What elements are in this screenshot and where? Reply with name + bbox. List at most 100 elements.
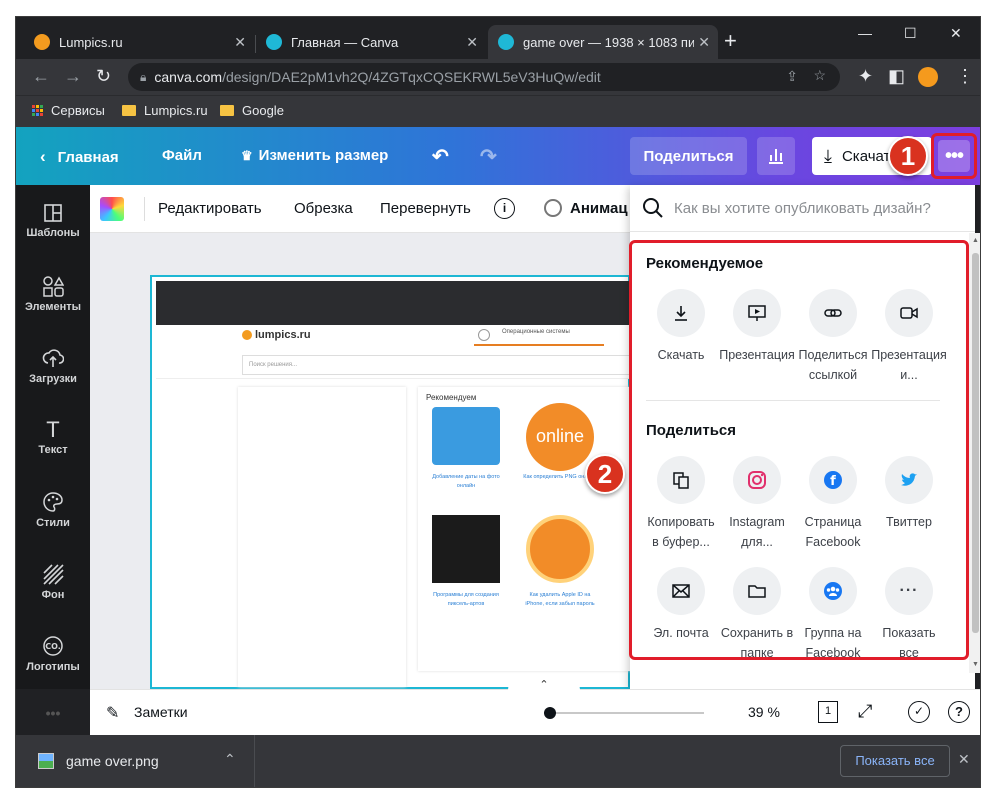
folder-icon [733,567,781,615]
back-icon[interactable]: ← [32,66,50,87]
check-icon[interactable]: ✓ [908,701,930,723]
option-facebook-group[interactable]: Группа на Facebook [795,567,871,657]
sidebar-item-uploads[interactable]: Загрузки [16,347,90,385]
design-page[interactable]: lumpics.ru Операционные системы Поиск ре… [150,275,642,689]
sidebar-item-label: Фон [41,589,65,601]
mail-icon [657,567,705,615]
forward-icon[interactable]: → [64,66,82,87]
sidebar-item-label: Шаблоны [26,227,80,239]
option-download[interactable]: Скачать [643,289,719,365]
sidebar-item-label: Элементы [24,301,82,313]
option-twitter[interactable]: Твиттер [871,456,947,532]
close-icon[interactable]: ✕ [466,34,478,51]
option-save-folder[interactable]: Сохранить в папке [719,567,795,657]
preview-search-box: Поиск решения... [242,355,642,375]
new-tab-button[interactable]: + [724,30,737,52]
animate-button[interactable]: Анимац [570,200,628,217]
option-label: Поделиться ссылкой [798,348,868,382]
maximize-icon[interactable]: ☐ [904,25,917,42]
scrollbar[interactable]: ▲ ▼ [969,233,980,673]
reload-icon[interactable]: ↻ [96,66,111,87]
tab-game-over[interactable]: game over — 1938 × 1083 пик ✕ [488,25,718,59]
downloaded-file-name[interactable]: game over.png [66,753,159,769]
close-window-icon[interactable]: ✕ [950,25,962,42]
undo-icon[interactable]: ↶ [432,144,449,169]
close-icon[interactable]: ✕ [694,34,710,51]
help-icon[interactable]: ? [948,701,970,723]
file-menu[interactable]: Файл [162,147,202,164]
option-email[interactable]: Эл. почта [643,567,719,643]
option-show-all[interactable]: ··· Показать все [871,567,947,657]
home-link[interactable]: ‹ Главная [40,147,119,167]
search-icon [643,198,663,218]
sidebar-item-logos[interactable]: CO. Логотипы [16,635,90,673]
bookmark-google[interactable]: Google [220,103,284,118]
address-bar[interactable]: 🔒︎ canva.com/design/DAE2pM1vh2Q/4ZGTqxCQ… [128,63,840,91]
profile-avatar[interactable] [918,67,938,87]
scroll-thumb[interactable] [972,253,979,633]
resize-button[interactable]: ♛ Изменить размер [241,147,388,164]
share-page-icon[interactable]: ⇪ [786,68,798,85]
page-count[interactable]: 1 [818,701,838,723]
zoom-level[interactable]: 39 % [748,704,780,720]
option-label: Скачать [657,348,705,362]
insights-button[interactable] [757,137,795,175]
option-share-link[interactable]: Поделиться ссылкой [795,289,871,385]
preview-card-image-2: online [526,403,594,471]
url-path: /design/DAE2pM1vh2Q/4ZGTqxCQSEKRWL5eV3Hu… [222,69,601,85]
canva-sidebar: Шаблоны Элементы Загрузки T Текст Стили … [16,185,90,721]
menu-kebab-icon[interactable]: ⋮ [956,66,974,87]
preview-browser-chrome [156,281,632,325]
sidebar-item-text[interactable]: T Текст [16,419,90,457]
publish-search[interactable]: Как вы хотите опубликовать дизайн? [630,185,975,232]
option-present-record[interactable]: Презентация и... [871,289,947,389]
bookmark-services[interactable]: Сервисы [32,103,105,118]
expand-pages-chevron-icon[interactable]: ⌃ [508,678,580,692]
option-present[interactable]: Презентация [719,289,795,389]
sidebar-more-icon[interactable]: ••• [16,705,90,721]
close-shelf-icon[interactable]: ✕ [958,751,970,768]
step-badge-1: 1 [888,136,928,176]
more-options-button[interactable]: ••• [931,133,977,179]
scroll-up-icon[interactable]: ▲ [972,237,979,244]
flip-button[interactable]: Перевернуть [380,200,471,217]
sidebar-item-templates[interactable]: Шаблоны [16,203,90,239]
show-all-downloads-button[interactable]: Показать все [840,745,950,777]
bookmark-lumpics[interactable]: Lumpics.ru [122,103,208,118]
notes-icon[interactable]: ✎ [106,703,119,723]
notes-button[interactable]: Заметки [134,704,188,720]
publish-dropdown: Как вы хотите опубликовать дизайн? Реком… [629,185,975,689]
option-copy-clipboard[interactable]: Копировать в буфер... [643,456,719,556]
chevron-up-icon[interactable]: ⌃ [224,751,236,768]
color-picker-icon[interactable] [100,197,124,221]
zoom-slider-thumb[interactable] [544,707,557,719]
share-button[interactable]: Поделиться [630,137,747,175]
minimize-icon[interactable]: — [858,25,872,41]
sidebar-item-styles[interactable]: Стили [16,491,90,529]
sidebar-item-background[interactable]: Фон [16,563,90,601]
edit-image-button[interactable]: Редактировать [158,200,262,217]
redo-icon[interactable]: ↷ [480,144,497,169]
option-instagram[interactable]: Instagram для... [719,456,795,556]
crop-button[interactable]: Обрезка [294,200,353,217]
option-facebook-page[interactable]: f Страница Facebook [795,456,871,552]
elements-icon [43,276,64,297]
scroll-down-icon[interactable]: ▼ [972,661,979,668]
preview-section-title: Рекомендуем [426,393,477,402]
tab-canva-home[interactable]: Главная — Canva ✕ [256,25,486,59]
publish-options-panel: Рекомендуемое Скачать Презентация Подели… [629,240,969,660]
preview-card-image-4 [526,515,594,583]
fullscreen-icon[interactable]: ⤢ [858,701,872,722]
tab-lumpics[interactable]: Lumpics.ru ✕ [24,25,254,59]
sidebar-item-elements[interactable]: Элементы [16,275,90,313]
extensions-icon[interactable]: ✦ [858,66,873,87]
preview-card-caption: Добавление даты на фото онлайн [432,474,500,489]
resize-label: Изменить размер [258,147,389,164]
close-icon[interactable]: ✕ [234,34,246,51]
preview-site-header: lumpics.ru Операционные системы Поиск ре… [156,325,642,379]
side-panel-icon[interactable]: ◧ [888,66,905,87]
option-label: Страница Facebook [804,515,862,549]
bookmark-star-icon[interactable]: ☆ [813,67,826,84]
info-icon[interactable]: i [494,198,515,219]
zoom-slider-track[interactable] [544,712,704,714]
